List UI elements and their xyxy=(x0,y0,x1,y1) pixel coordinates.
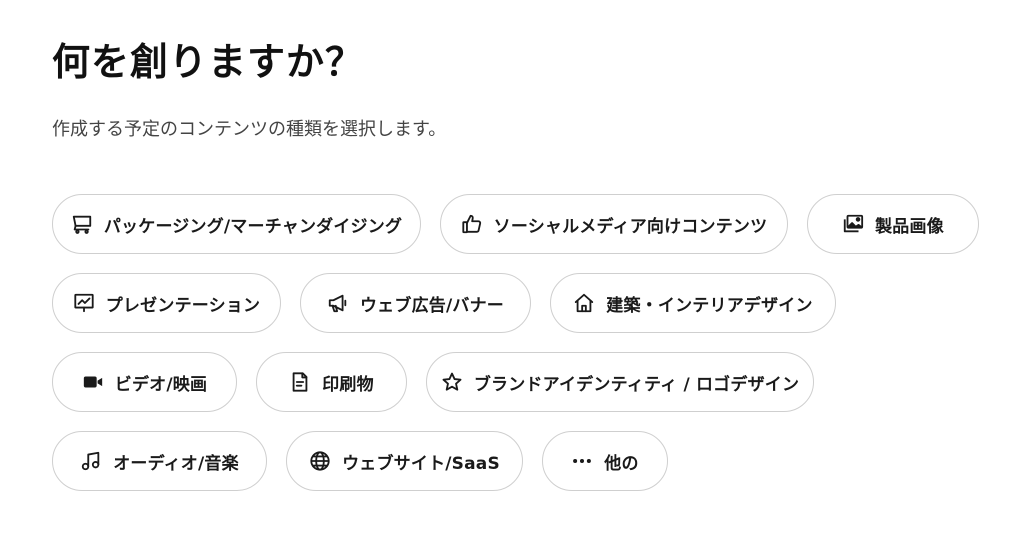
option-label: 印刷物 xyxy=(322,374,374,395)
page-title: 何を創りますか？ xyxy=(52,40,365,84)
option-label: 他の xyxy=(604,453,639,474)
option-packaging-merchandising[interactable]: パッケージング/マーチャンダイジング xyxy=(52,194,421,254)
document-icon xyxy=(289,371,311,393)
option-product-images[interactable]: 製品画像 xyxy=(807,194,979,254)
thumbs-up-icon xyxy=(461,213,483,235)
option-brand-identity-logo-design[interactable]: ブランドアイデンティティ / ロゴデザイン xyxy=(426,352,814,412)
options-row: オーディオ/音楽 ウェブサイト/SaaS 他の xyxy=(52,431,1012,491)
images-icon xyxy=(842,213,864,235)
content-type-options: パッケージング/マーチャンダイジング ソーシャルメディア向けコンテンツ 製品画像… xyxy=(52,194,1012,510)
option-label: ウェブサイト/SaaS xyxy=(342,453,500,474)
option-video-film[interactable]: ビデオ/映画 xyxy=(52,352,237,412)
option-printed-materials[interactable]: 印刷物 xyxy=(256,352,407,412)
option-web-ads-banners[interactable]: ウェブ広告/バナー xyxy=(300,273,531,333)
megaphone-icon xyxy=(327,292,349,314)
option-social-media-content[interactable]: ソーシャルメディア向けコンテンツ xyxy=(440,194,788,254)
option-label: ソーシャルメディア向けコンテンツ xyxy=(493,216,768,237)
option-other[interactable]: 他の xyxy=(542,431,668,491)
option-presentation[interactable]: プレゼンテーション xyxy=(52,273,281,333)
option-website-saas[interactable]: ウェブサイト/SaaS xyxy=(286,431,523,491)
cart-icon xyxy=(71,213,93,235)
video-camera-icon xyxy=(82,371,104,393)
options-row: プレゼンテーション ウェブ広告/バナー 建築・インテリアデザイン xyxy=(52,273,1012,333)
option-label: プレゼンテーション xyxy=(105,295,261,316)
page-subtitle: 作成する予定のコンテンツの種類を選択します。 xyxy=(52,119,447,140)
option-architecture-interior-design[interactable]: 建築・インテリアデザイン xyxy=(550,273,836,333)
option-audio-music[interactable]: オーディオ/音楽 xyxy=(52,431,267,491)
option-label: ブランドアイデンティティ / ロゴデザイン xyxy=(473,374,800,395)
home-icon xyxy=(573,292,595,314)
music-note-icon xyxy=(80,450,102,472)
option-label: オーディオ/音楽 xyxy=(113,453,239,474)
option-label: 建築・インテリアデザイン xyxy=(606,295,813,316)
more-dots-icon xyxy=(571,450,593,472)
option-label: ウェブ広告/バナー xyxy=(359,295,504,316)
options-row: ビデオ/映画 印刷物 ブランドアイデンティティ / ロゴデザイン xyxy=(52,352,1012,412)
option-label: ビデオ/映画 xyxy=(114,374,208,395)
globe-icon xyxy=(309,450,331,472)
options-row: パッケージング/マーチャンダイジング ソーシャルメディア向けコンテンツ 製品画像 xyxy=(52,194,1012,254)
option-label: パッケージング/マーチャンダイジング xyxy=(103,216,403,237)
presentation-chart-icon xyxy=(73,292,95,314)
star-icon xyxy=(441,371,463,393)
option-label: 製品画像 xyxy=(875,216,944,237)
